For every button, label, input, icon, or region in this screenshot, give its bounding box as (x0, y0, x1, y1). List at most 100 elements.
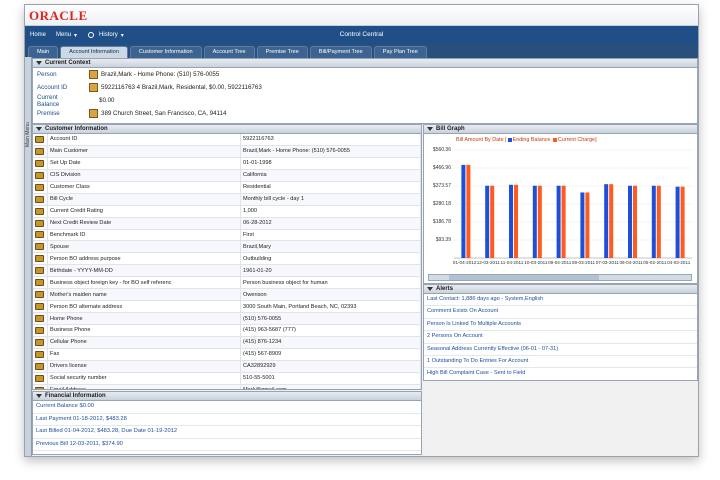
edit-icon[interactable] (35, 183, 44, 191)
bar-current-charge[interactable] (514, 184, 518, 258)
home-menu[interactable]: Home (25, 32, 51, 38)
main-menu-handle[interactable]: Main Menu (25, 57, 32, 456)
bar-current-charge[interactable] (490, 185, 495, 258)
bar-current-charge[interactable] (609, 184, 614, 258)
context-link-icon[interactable] (89, 70, 98, 79)
chart-horizontal-scrollbar[interactable] (428, 274, 692, 281)
context-value[interactable]: 5922116763 4 Brazil,Mark, Residental, $0… (101, 84, 262, 91)
edit-icon[interactable] (35, 147, 44, 155)
bar-current-charge[interactable] (537, 185, 542, 258)
edit-icon[interactable] (35, 338, 44, 346)
edit-icon[interactable] (35, 326, 44, 334)
row-icon-cell (33, 252, 48, 266)
field-value: 1,000 (240, 205, 421, 218)
financial-link[interactable]: Last Billed 01-04-2012, $483.28, Due Dat… (33, 426, 421, 439)
bar-ending-balance[interactable] (509, 184, 513, 258)
row-icon-cell (33, 145, 48, 158)
financial-link[interactable]: Last Payment 01-18-2012, $483.28 (33, 414, 421, 426)
edit-icon[interactable] (35, 267, 44, 275)
tab-premise-tree[interactable]: Premise Tree (256, 46, 308, 58)
tab-customer-information[interactable]: Customer Information (129, 46, 202, 58)
row-icon-cell (33, 336, 48, 349)
collapse-icon[interactable] (427, 287, 433, 291)
history-dropdown[interactable]: History ▾ (94, 32, 129, 39)
scrollbar-thumb[interactable] (449, 275, 599, 280)
context-value[interactable]: Brazil,Mark - Home Phone: (510) 576-0055 (101, 71, 219, 78)
bar-ending-balance[interactable] (604, 184, 609, 258)
edit-icon[interactable] (35, 350, 44, 358)
bar-ending-balance[interactable] (580, 192, 585, 258)
edit-icon[interactable] (35, 255, 44, 263)
edit-icon[interactable] (35, 219, 44, 227)
context-link-icon[interactable] (89, 83, 98, 92)
edit-icon[interactable] (35, 243, 44, 251)
row-icon-cell (33, 372, 48, 385)
financial-link[interactable]: Current Balance $0.00 (33, 401, 421, 414)
field-value: Outbuilding (240, 252, 421, 266)
context-value[interactable]: 389 Church Street, San Francisco, CA, 94… (101, 110, 226, 117)
edit-icon[interactable] (35, 374, 44, 382)
bar-current-charge[interactable] (466, 164, 471, 258)
alert-item[interactable]: Seasonal Address Currently Effective (06… (424, 344, 697, 356)
bar-ending-balance[interactable] (485, 185, 490, 258)
bar-ending-balance[interactable] (461, 164, 466, 258)
field-value: (415) 876-1234 (240, 336, 421, 349)
alert-item[interactable]: Last Contact: 1,886 days ago - System,En… (424, 294, 697, 307)
financial-information-title: Financial Information (45, 393, 106, 399)
field-label: Main Customer (47, 145, 241, 158)
collapse-icon[interactable] (427, 127, 433, 131)
edit-icon[interactable] (35, 207, 44, 215)
edit-icon[interactable] (35, 195, 44, 203)
table-row: Home Phone (510) 576-0055 (33, 312, 421, 325)
edit-icon[interactable] (35, 171, 44, 179)
context-label: Premise (37, 110, 60, 117)
bar-ending-balance[interactable] (651, 185, 656, 258)
financial-link[interactable]: Previous Bill 12-03-2011, $374.90 (33, 439, 421, 451)
edit-icon[interactable] (35, 159, 44, 167)
tab-bill-payment-tree[interactable]: Bill/Payment Tree (309, 46, 372, 58)
customer-information-panel: Customer Information Account ID 592211676… (32, 124, 422, 390)
alert-item[interactable]: Person Is Linked To Multiple Accounts (424, 319, 697, 332)
bar-current-charge[interactable] (585, 192, 590, 258)
context-link-icon[interactable] (89, 109, 98, 118)
edit-icon[interactable] (35, 279, 44, 287)
field-value: 510-55-5001 (240, 372, 421, 385)
bar-current-charge[interactable] (561, 185, 566, 258)
tab-main[interactable]: Main (28, 46, 59, 58)
alerts-panel: Alerts Last Contact: 1,886 days ago - Sy… (423, 284, 698, 381)
alerts-list: Last Contact: 1,886 days ago - System,En… (424, 294, 697, 380)
collapse-icon[interactable] (36, 61, 42, 65)
menu-dropdown[interactable]: Menu ▾ (51, 32, 82, 39)
edit-icon[interactable] (35, 135, 44, 143)
field-value: 1961-01-20 (240, 264, 421, 278)
alert-item[interactable]: 2 Persons On Account (424, 331, 697, 344)
bar-ending-balance[interactable] (556, 185, 561, 258)
edit-icon[interactable] (35, 231, 44, 239)
bar-current-charge[interactable] (656, 185, 661, 258)
edit-icon[interactable] (35, 362, 44, 370)
alert-item[interactable]: High Bill Complaint Case - Sent to Field (424, 368, 697, 380)
field-value: 5922116763 (240, 134, 421, 146)
tab-pay-plan-tree[interactable]: Pay Plan Tree (373, 46, 427, 58)
alert-item[interactable]: Comment Exists On Account (424, 306, 697, 319)
edit-icon[interactable] (35, 386, 44, 389)
bar-current-charge[interactable] (633, 185, 637, 258)
row-icon-cell (33, 240, 48, 254)
bar-ending-balance[interactable] (675, 186, 680, 258)
tab-account-information[interactable]: Account Information (60, 46, 128, 58)
field-label: Bill Cycle (47, 193, 241, 206)
bar-ending-balance[interactable] (532, 185, 537, 258)
bar-ending-balance[interactable] (628, 185, 632, 258)
field-value: First (240, 229, 421, 242)
field-label: Birthdate - YYYY-MM-DD (47, 264, 241, 278)
edit-icon[interactable] (35, 303, 44, 311)
edit-icon[interactable] (35, 291, 44, 299)
edit-icon[interactable] (35, 315, 44, 323)
field-label: Person BO alternate address (47, 300, 241, 314)
current-context-rows: Person Brazil,Mark - Home Phone: (510) 57… (33, 68, 697, 120)
collapse-icon[interactable] (36, 127, 42, 131)
alert-item[interactable]: 1 Outstanding To Do Entries For Account (424, 356, 697, 369)
bar-current-charge[interactable] (680, 186, 685, 258)
tab-account-tree[interactable]: Account Tree (203, 46, 255, 58)
collapse-icon[interactable] (36, 394, 42, 398)
